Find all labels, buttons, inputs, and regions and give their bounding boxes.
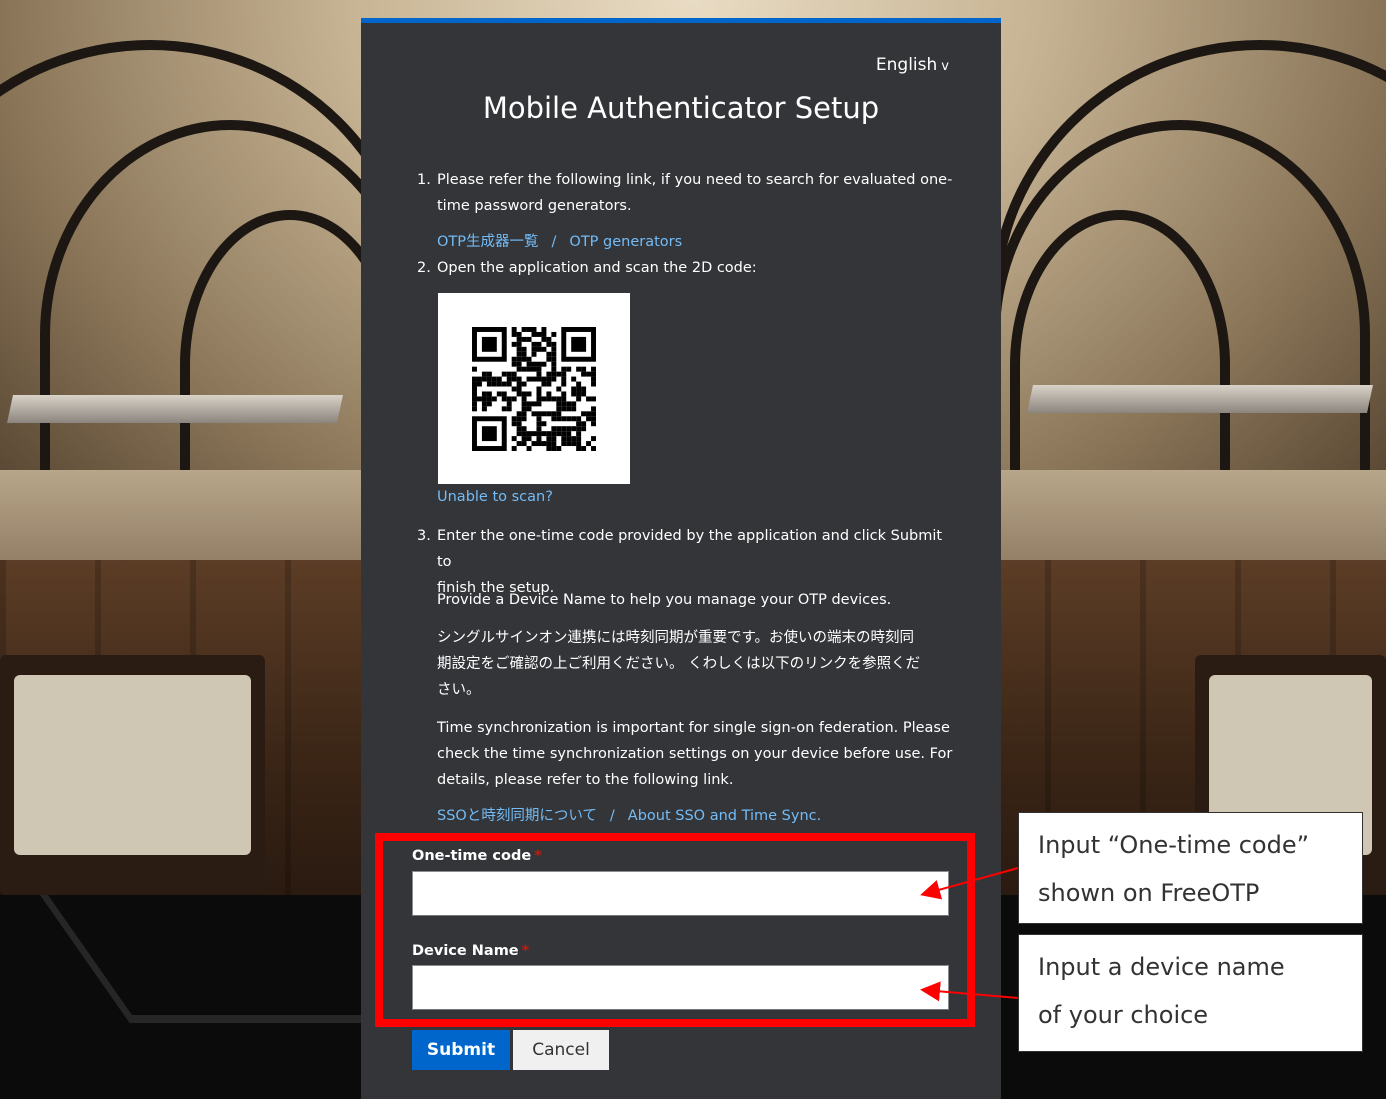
page-title: Mobile Authenticator Setup xyxy=(482,91,880,125)
form-highlight-box xyxy=(375,833,975,1027)
link-separator: / xyxy=(551,234,557,250)
time-sync-en-line2: check the time synchronization settings … xyxy=(437,746,953,762)
unable-to-scan-label[interactable]: Unable to scan? xyxy=(437,489,553,505)
time-sync-notice-ja: シングルサインオン連携には時刻同期が重要です。お使いの端末の時刻同 期設定をご確… xyxy=(437,625,957,703)
otp-generators-ja-link[interactable]: OTP生成器一覧 xyxy=(437,234,539,250)
step-3-number: 3. xyxy=(417,528,431,544)
device-callout-line2: of your choice xyxy=(1038,1001,1209,1029)
otp-generator-links: OTP生成器一覧 / OTP generators xyxy=(437,229,957,255)
step-1-text-line1: Please refer the following link, if you … xyxy=(437,172,953,188)
submit-button[interactable]: Submit xyxy=(412,1030,510,1070)
device-name-callout: Input a device name of your choice xyxy=(1018,934,1363,1052)
qr-code xyxy=(438,293,630,484)
sso-time-sync-ja-link[interactable]: SSOと時刻同期について xyxy=(437,808,597,824)
sso-time-sync-links: SSOと時刻同期について / About SSO and Time Sync. xyxy=(437,803,957,829)
device-name-hint: Provide a Device Name to help you manage… xyxy=(437,592,892,608)
otp-callout-line2: shown on FreeOTP xyxy=(1038,879,1260,907)
time-sync-ja-line2: 期設定をご確認の上ご利用ください。 くわしくは以下のリンクを参照くだ xyxy=(437,656,921,672)
device-callout-line1: Input a device name xyxy=(1038,953,1285,981)
step-1-number: 1. xyxy=(417,172,431,188)
language-label: English xyxy=(875,55,938,75)
qr-code-icon xyxy=(472,327,596,451)
time-sync-en-line1: Time synchronization is important for si… xyxy=(437,720,950,736)
chevron-down-icon: v xyxy=(941,59,949,74)
sso-time-sync-link[interactable]: About SSO and Time Sync. xyxy=(628,808,821,824)
step-2-number: 2. xyxy=(417,260,431,276)
step-1-text-line2: time password generators. xyxy=(437,198,632,214)
otp-generators-link[interactable]: OTP generators xyxy=(569,234,682,250)
time-sync-notice-en: Time synchronization is important for si… xyxy=(437,715,957,793)
time-sync-en-line3: details, please refer to the following l… xyxy=(437,772,734,788)
otp-callout-line1: Input “One-time code” xyxy=(1038,831,1310,859)
language-selector[interactable]: English v xyxy=(876,55,949,75)
link-separator: / xyxy=(609,808,615,824)
step-1: 1. Please refer the following link, if y… xyxy=(417,167,957,219)
time-sync-ja-line1: シングルサインオン連携には時刻同期が重要です。お使いの端末の時刻同 xyxy=(437,630,915,646)
step-3-text-line1: Enter the one-time code provided by the … xyxy=(437,528,943,570)
otp-callout: Input “One-time code” shown on FreeOTP xyxy=(1018,812,1363,924)
step-2: 2. Open the application and scan the 2D … xyxy=(417,255,957,281)
time-sync-ja-line3: さい。 xyxy=(437,682,481,698)
cancel-button[interactable]: Cancel xyxy=(513,1030,609,1070)
step-2-text: Open the application and scan the 2D cod… xyxy=(437,260,757,276)
unable-to-scan-link[interactable]: Unable to scan? xyxy=(437,484,957,510)
